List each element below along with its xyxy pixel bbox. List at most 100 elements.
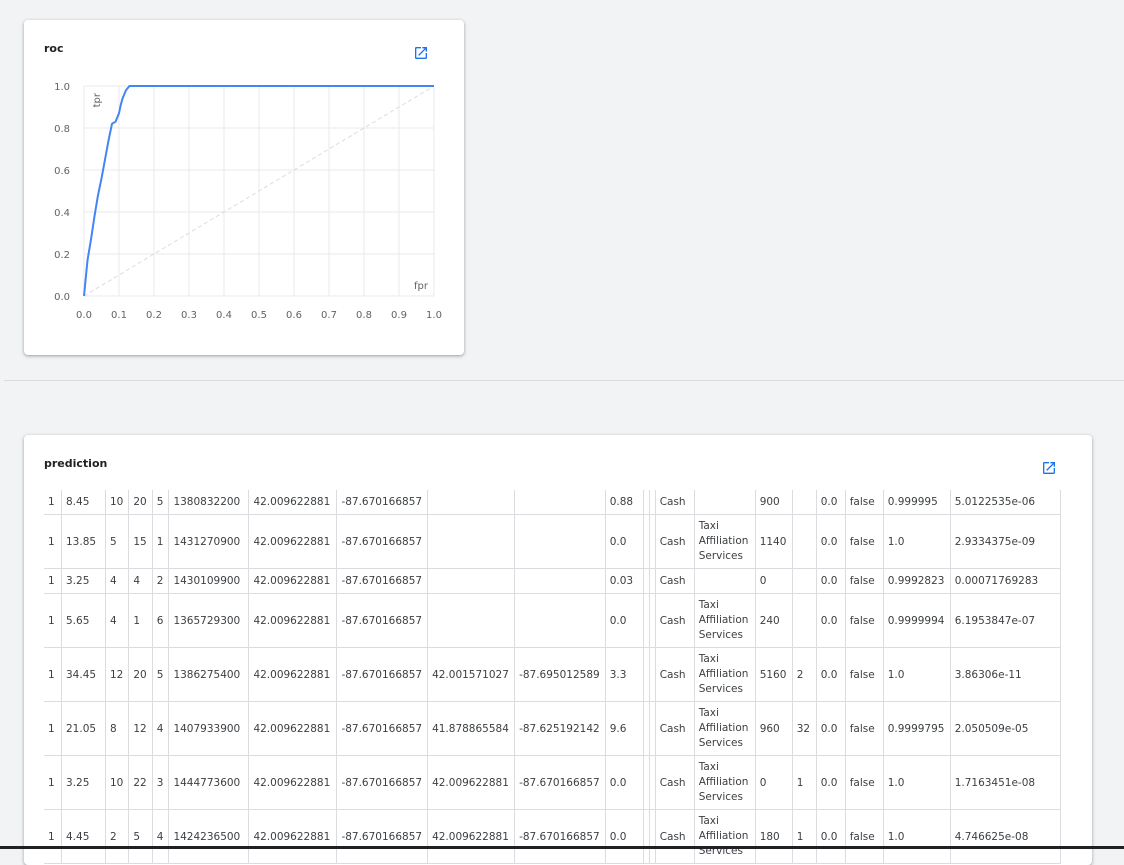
- table-cell: 41.878865584: [427, 701, 516, 756]
- table-cell: [427, 490, 516, 515]
- table-cell: 1.0: [883, 809, 951, 864]
- table-cell: 0.0: [816, 514, 846, 569]
- x-tick-label: 0.2: [146, 310, 162, 321]
- table-cell: 1380832200: [168, 490, 250, 515]
- y-tick-label: 0.6: [54, 166, 70, 177]
- y-tick-label: 0.0: [54, 292, 70, 303]
- table-cell: 1.7163451e-08: [950, 755, 1061, 810]
- table-cell: 0.0: [816, 809, 846, 864]
- table-cell: 0: [755, 568, 793, 594]
- table-cell: 4.746625e-08: [950, 809, 1061, 864]
- table-cell: 4: [128, 568, 153, 594]
- table-cell: -87.670166857: [336, 647, 429, 702]
- table-cell: [694, 568, 756, 594]
- table-cell: 4: [152, 809, 170, 864]
- table-cell: false: [845, 490, 884, 515]
- table-cell: 1: [44, 490, 62, 515]
- table-cell: 0.03: [605, 568, 644, 594]
- section-divider: [4, 380, 1124, 381]
- table-cell: 8.45: [61, 490, 106, 515]
- table-cell: 0.0: [816, 593, 846, 648]
- table-cell: 0.999995: [883, 490, 951, 515]
- x-tick-label: 0.9: [391, 310, 407, 321]
- table-cell: -87.625192142: [514, 701, 606, 756]
- x-tick-label: 0.5: [251, 310, 267, 321]
- table-cell: 20: [128, 647, 153, 702]
- table-cell: 5: [152, 490, 170, 515]
- table-cell: [514, 568, 606, 594]
- table-cell: 0.9992823: [883, 568, 951, 594]
- table-cell: 0.88: [605, 490, 644, 515]
- table-cell: -87.670166857: [336, 755, 429, 810]
- table-cell: 1: [44, 568, 62, 594]
- x-tick-label: 0.8: [356, 310, 372, 321]
- table-cell: 1: [44, 593, 62, 648]
- x-tick-label: 0.0: [76, 310, 92, 321]
- table-cell: 1: [44, 647, 62, 702]
- table-cell: 180: [755, 809, 793, 864]
- table-cell: 1386275400: [168, 647, 250, 702]
- table-row: 1 3.25 4 4 2 1430109900 42.009622881 -87.670166…: [44, 568, 1061, 594]
- y-tick-label: 1.0: [54, 82, 70, 93]
- table-cell: 5.0122535e-06: [950, 490, 1061, 515]
- table-cell: 3.3: [605, 647, 644, 702]
- x-tick-label: 1.0: [426, 310, 442, 321]
- table-row: 1 34.45 12 20 5 1386275400 42.009622881 -87.670…: [44, 647, 1061, 702]
- table-cell: 1407933900: [168, 701, 250, 756]
- table-cell: 0.0: [816, 755, 846, 810]
- table-cell: 1431270900: [168, 514, 250, 569]
- prediction-table-container[interactable]: 1 8.45 10 20 5 1380832200 42.009622881 -87.6701…: [44, 490, 1061, 864]
- table-cell: [694, 490, 756, 515]
- table-cell: 10: [105, 490, 130, 515]
- x-axis-label: fpr: [414, 281, 429, 292]
- table-cell: Taxi Affiliation Services: [694, 593, 756, 648]
- table-cell: 0.9999795: [883, 701, 951, 756]
- table-cell: Taxi Affiliation Services: [694, 647, 756, 702]
- table-cell: 9.6: [605, 701, 644, 756]
- table-cell: 10: [105, 755, 130, 810]
- table-cell: -87.670166857: [514, 809, 606, 864]
- table-cell: 1: [152, 514, 170, 569]
- table-cell: false: [845, 593, 884, 648]
- table-cell: Taxi Affiliation Services: [694, 755, 756, 810]
- table-cell: Cash: [655, 809, 695, 864]
- table-cell: [427, 593, 516, 648]
- table-cell: Taxi Affiliation Services: [694, 809, 756, 864]
- table-cell: Taxi Affiliation Services: [694, 701, 756, 756]
- table-cell: false: [845, 514, 884, 569]
- table-cell: 15: [128, 514, 153, 569]
- table-cell: 1444773600: [168, 755, 250, 810]
- x-tick-label: 0.1: [111, 310, 127, 321]
- table-cell: 3: [152, 755, 170, 810]
- table-cell: 6.1953847e-07: [950, 593, 1061, 648]
- y-tick-label: 0.2: [54, 250, 70, 261]
- y-axis-label: tpr: [92, 92, 103, 107]
- table-cell: 34.45: [61, 647, 106, 702]
- table-cell: 1365729300: [168, 593, 250, 648]
- open-in-new-icon[interactable]: [1041, 460, 1057, 476]
- table-cell: 2: [152, 568, 170, 594]
- table-cell: false: [845, 568, 884, 594]
- table-cell: 42.009622881: [248, 490, 338, 515]
- table-cell: 42.009622881: [248, 514, 338, 569]
- x-tick-label: 0.6: [286, 310, 302, 321]
- table-cell: 5: [105, 514, 130, 569]
- table-cell: [427, 514, 516, 569]
- table-cell: 0.00071769283: [950, 568, 1061, 594]
- table-cell: 0.0: [605, 514, 644, 569]
- table-cell: 1424236500: [168, 809, 250, 864]
- table-cell: 22: [128, 755, 153, 810]
- table-cell: 4: [152, 701, 170, 756]
- table-cell: 0.0: [816, 568, 846, 594]
- table-cell: 3.25: [61, 568, 106, 594]
- table-cell: 3.86306e-11: [950, 647, 1061, 702]
- table-cell: 4.45: [61, 809, 106, 864]
- roc-card: roc 0.0 0.1 0.2 0.3 0.4 0.5 0.6 0.7 0.8 0.9 1.0 0.0…: [24, 20, 464, 355]
- table-cell: 42.009622881: [248, 755, 338, 810]
- table-cell: 1: [128, 593, 153, 648]
- table-cell: -87.670166857: [336, 514, 429, 569]
- table-cell: 240: [755, 593, 793, 648]
- table-row: 1 8.45 10 20 5 1380832200 42.009622881 -87.6701…: [44, 490, 1061, 515]
- table-cell: 1: [44, 514, 62, 569]
- table-cell: -87.670166857: [336, 593, 429, 648]
